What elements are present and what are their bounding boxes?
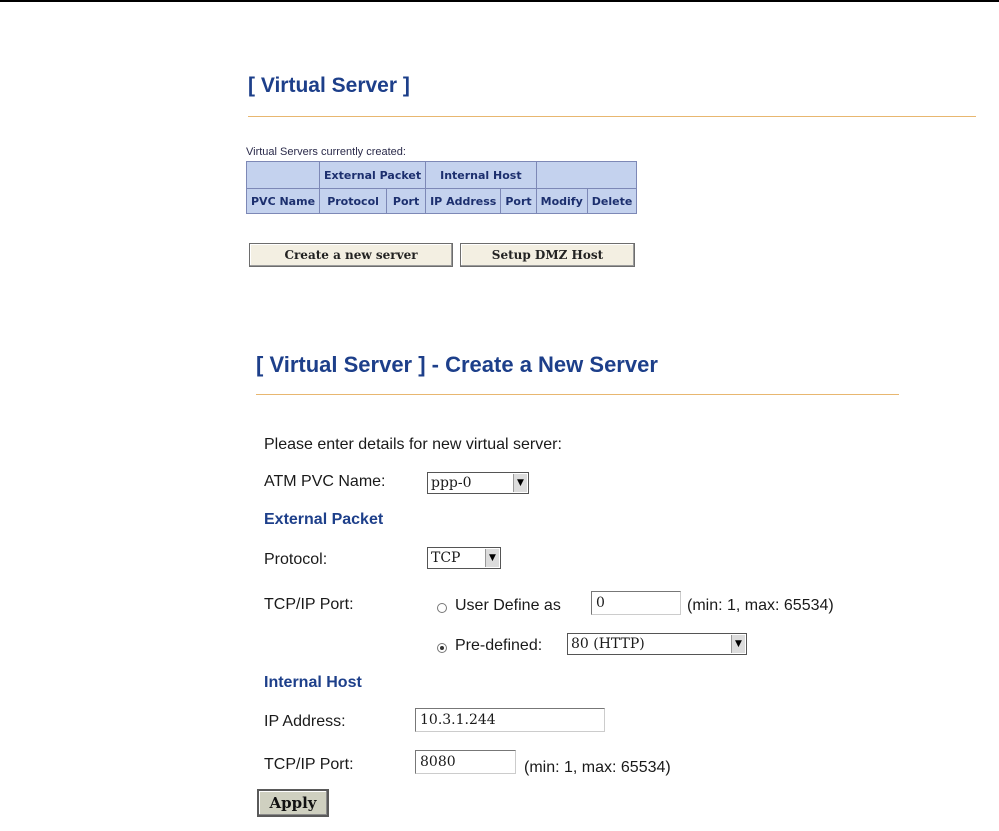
column-header: Port xyxy=(386,188,427,214)
predefined-port-value: 80 (HTTP) xyxy=(571,636,645,652)
apply-button[interactable]: Apply xyxy=(257,789,329,817)
column-header: IP Address xyxy=(425,188,502,214)
port-label: TCP/IP Port: xyxy=(264,596,354,613)
form-intro: Please enter details for new virtual ser… xyxy=(264,436,562,453)
title-divider xyxy=(248,116,976,117)
predefined-port-select[interactable]: 80 (HTTP) ▼ xyxy=(567,633,747,655)
predefined-radio[interactable] xyxy=(437,643,447,653)
page-title: [ Virtual Server ] xyxy=(248,74,410,97)
servers-table: External Packet Internal Host PVC Name P… xyxy=(245,161,638,214)
create-server-button[interactable]: Create a new server xyxy=(249,243,453,267)
pvc-select-value: ppp-0 xyxy=(431,475,472,491)
chevron-down-icon: ▼ xyxy=(731,635,745,653)
column-header: Delete xyxy=(586,188,638,214)
table-group-internal: Internal Host xyxy=(425,161,537,189)
column-header: Modify xyxy=(535,188,588,214)
user-define-radio[interactable] xyxy=(437,603,447,613)
chevron-down-icon: ▼ xyxy=(485,549,499,567)
ip-address-label: IP Address: xyxy=(264,713,346,730)
form-title-divider xyxy=(256,394,899,395)
external-packet-heading: External Packet xyxy=(264,511,384,528)
pvc-select[interactable]: ppp-0 ▼ xyxy=(427,472,529,494)
column-header: Port xyxy=(500,188,537,214)
table-group-cell-blank xyxy=(535,161,638,189)
form-title: [ Virtual Server ] - Create a New Server xyxy=(256,352,658,377)
protocol-select[interactable]: TCP ▼ xyxy=(427,547,501,569)
chevron-down-icon: ▼ xyxy=(513,474,527,492)
table-group-row: External Packet Internal Host xyxy=(245,161,638,189)
internal-port-input[interactable]: 8080 xyxy=(415,750,516,774)
pvc-label: ATM PVC Name: xyxy=(264,473,386,490)
column-header: PVC Name xyxy=(245,188,321,214)
column-header: Protocol xyxy=(319,188,388,214)
ip-address-input[interactable]: 10.3.1.244 xyxy=(415,708,605,732)
setup-dmz-button[interactable]: Setup DMZ Host xyxy=(460,243,635,267)
internal-port-label: TCP/IP Port: xyxy=(264,756,354,773)
user-define-label: User Define as xyxy=(455,597,561,614)
servers-caption: Virtual Servers currently created: xyxy=(246,146,406,158)
protocol-select-value: TCP xyxy=(431,550,461,566)
top-border-line xyxy=(0,0,999,2)
user-define-port-input[interactable]: 0 xyxy=(591,591,681,615)
table-group-cell-blank xyxy=(245,161,321,189)
table-header-row: PVC Name Protocol Port IP Address Port M… xyxy=(245,188,638,214)
internal-host-heading: Internal Host xyxy=(264,674,362,691)
port-range-hint: (min: 1, max: 65534) xyxy=(687,597,834,614)
table-group-external: External Packet xyxy=(319,161,427,189)
internal-port-range-hint: (min: 1, max: 65534) xyxy=(524,759,671,776)
predefined-label: Pre-defined: xyxy=(455,637,543,654)
protocol-label: Protocol: xyxy=(264,551,328,568)
